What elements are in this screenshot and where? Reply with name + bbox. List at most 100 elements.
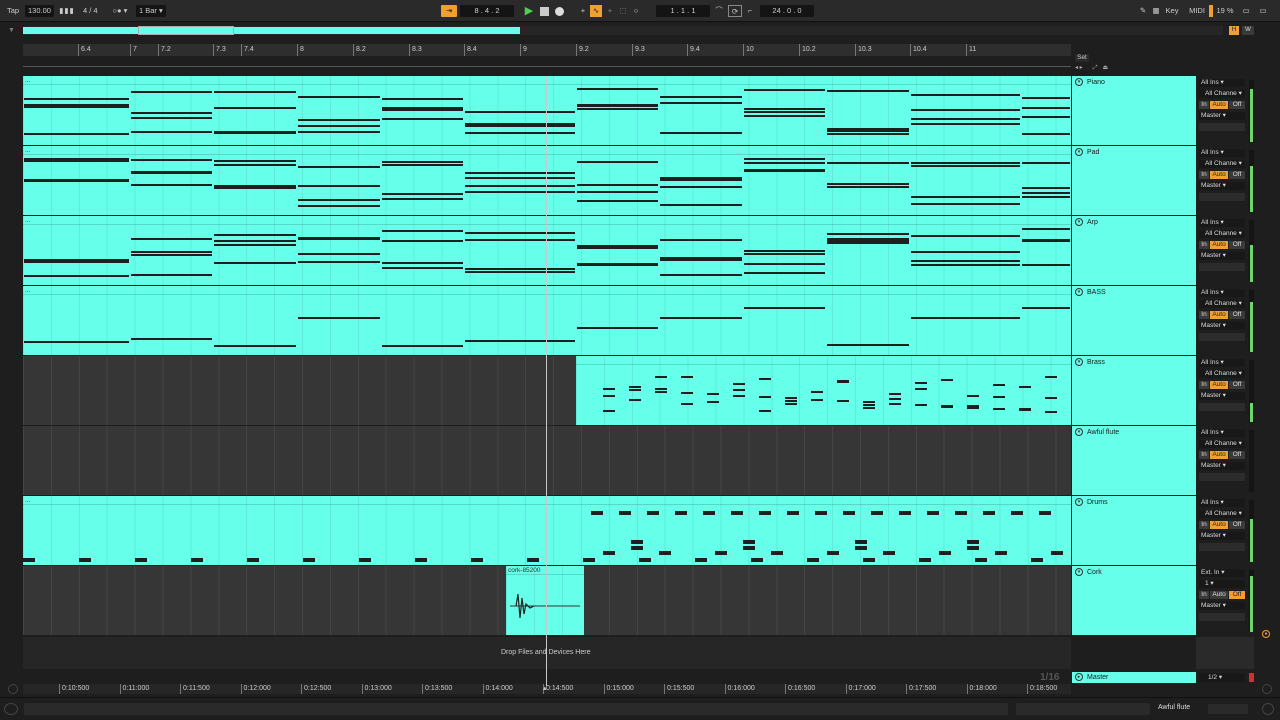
master-fold-icon[interactable]: ▸	[1075, 673, 1083, 681]
tempo-field[interactable]: 130.00	[25, 5, 54, 17]
track-header[interactable]: ▾ Pad	[1072, 146, 1196, 215]
device-preview-icon[interactable]	[1208, 704, 1248, 714]
master-output-select[interactable]: 1/2 ▾	[1199, 673, 1245, 682]
input-channel-select[interactable]: All Channe ▾	[1199, 90, 1245, 98]
output-channel-select[interactable]	[1199, 403, 1245, 411]
monitor-auto-button[interactable]: Auto	[1210, 451, 1228, 459]
scrub-area[interactable]	[23, 59, 1071, 67]
loop-switch-icon[interactable]: ⟳	[728, 5, 742, 17]
metronome-bars-icon[interactable]: ▮▮▮	[55, 5, 79, 17]
midi-clip[interactable]	[23, 496, 1071, 565]
output-select[interactable]: Master ▾	[1199, 462, 1245, 470]
monitor-in-button[interactable]: In	[1199, 241, 1209, 249]
monitor-off-button[interactable]: Off	[1229, 591, 1245, 599]
arrangement-overview[interactable]	[23, 26, 1223, 35]
input-channel-select[interactable]: All Channe ▾	[1199, 160, 1245, 168]
follow-arrow-icon[interactable]: ⇥	[441, 5, 457, 17]
input-type-select[interactable]: All Ins ▾	[1199, 499, 1245, 507]
output-channel-select[interactable]	[1199, 193, 1245, 201]
monitor-in-button[interactable]: In	[1199, 101, 1209, 109]
capture-icon[interactable]: ⬚	[617, 5, 629, 17]
zoom-left-icon[interactable]	[8, 684, 18, 694]
input-type-select[interactable]: All Ins ▾	[1199, 219, 1245, 227]
monitor-auto-button[interactable]: Auto	[1210, 311, 1228, 319]
quantize-menu[interactable]: 1 Bar ▾	[136, 5, 166, 17]
monitor-off-button[interactable]: Off	[1229, 381, 1245, 389]
master-track-header[interactable]: ▸ Master	[1072, 672, 1196, 683]
reenable-automation-icon[interactable]: +	[604, 5, 616, 17]
monitor-off-button[interactable]: Off	[1229, 521, 1245, 529]
clip-title-bar[interactable]: cork-85200	[506, 566, 584, 575]
input-type-select[interactable]: All Ins ▾	[1199, 289, 1245, 297]
w-toggle[interactable]: W	[1242, 26, 1254, 35]
input-type-select[interactable]: All Ins ▾	[1199, 79, 1245, 87]
input-channel-select[interactable]: All Channe ▾	[1199, 230, 1245, 238]
track-lane-awful-flute[interactable]	[23, 426, 1071, 495]
stop-icon[interactable]	[540, 7, 549, 16]
punch-in-icon[interactable]: ⌒	[713, 5, 725, 17]
monitor-off-button[interactable]: Off	[1229, 171, 1245, 179]
detail-toggle-icon[interactable]	[1262, 703, 1274, 715]
overview-collapse-icon[interactable]: ▼	[8, 27, 18, 35]
monitor-off-button[interactable]: Off	[1229, 311, 1245, 319]
key-map-button[interactable]: Key	[1164, 5, 1180, 17]
input-type-select[interactable]: Ext. In ▾	[1199, 569, 1245, 577]
session-record-icon[interactable]: ○	[630, 5, 642, 17]
output-channel-select[interactable]	[1199, 543, 1245, 551]
monitor-auto-button[interactable]: Auto	[1210, 591, 1228, 599]
output-channel-select[interactable]	[1199, 333, 1245, 341]
tap-button[interactable]: Tap	[4, 5, 22, 17]
clip-title-bar[interactable]	[576, 356, 1071, 365]
input-type-select[interactable]: All Ins ▾	[1199, 429, 1245, 437]
input-channel-select[interactable]: All Channe ▾	[1199, 510, 1245, 518]
output-select[interactable]: Master ▾	[1199, 182, 1245, 190]
monitor-auto-button[interactable]: Auto	[1210, 241, 1228, 249]
track-fold-icon[interactable]: ▾	[1075, 428, 1083, 436]
track-fold-icon[interactable]: ▾	[1075, 148, 1083, 156]
output-select[interactable]: Master ▾	[1199, 392, 1245, 400]
monitor-in-button[interactable]: In	[1199, 311, 1209, 319]
monitor-in-button[interactable]: In	[1199, 521, 1209, 529]
midi-map-button[interactable]: MIDI	[1188, 5, 1206, 17]
midi-clip[interactable]	[576, 356, 1071, 425]
automation-arm-icon[interactable]: ∿	[590, 5, 602, 17]
output-select[interactable]: Master ▾	[1199, 252, 1245, 260]
locator-buttons[interactable]: ◂ ▸ ⤢ ⏏	[1075, 64, 1135, 72]
monitor-in-button[interactable]: In	[1199, 451, 1209, 459]
input-channel-select[interactable]: All Channe ▾	[1199, 300, 1245, 308]
drop-area[interactable]: Drop Files and Devices Here	[23, 637, 1071, 669]
track-header[interactable]: ▾ Awful flute	[1072, 426, 1196, 495]
track-header[interactable]: ▾ BASS	[1072, 286, 1196, 355]
punch-out-icon[interactable]: ⌐	[744, 5, 756, 17]
position-field[interactable]: 8 . 4 . 2	[460, 5, 514, 17]
clip-title-bar[interactable]: ...	[23, 76, 1071, 85]
loop-length-field[interactable]: 24 . 0 . 0	[760, 5, 814, 17]
monitor-off-button[interactable]: Off	[1229, 241, 1245, 249]
h-toggle[interactable]: H	[1229, 26, 1239, 35]
monitor-auto-button[interactable]: Auto	[1210, 171, 1228, 179]
input-type-select[interactable]: All Ins ▾	[1199, 149, 1245, 157]
monitor-in-button[interactable]: In	[1199, 171, 1209, 179]
output-channel-select[interactable]	[1199, 123, 1245, 131]
overview-view-box[interactable]	[138, 26, 234, 35]
output-select[interactable]: Master ▾	[1199, 532, 1245, 540]
track-lane-pad[interactable]: ...	[23, 146, 1071, 215]
output-select[interactable]: Master ▾	[1199, 112, 1245, 120]
track-lane-drums[interactable]: ...	[23, 496, 1071, 565]
monitor-off-button[interactable]: Off	[1229, 451, 1245, 459]
clip-title-bar[interactable]: ...	[23, 496, 1071, 505]
clip-title-bar[interactable]: ...	[23, 286, 1071, 295]
info-toggle-icon[interactable]	[4, 703, 18, 715]
track-lane-piano[interactable]: ...	[23, 76, 1071, 145]
track-fold-icon[interactable]: ▾	[1075, 78, 1083, 86]
output-select[interactable]: Master ▾	[1199, 322, 1245, 330]
monitor-in-button[interactable]: In	[1199, 381, 1209, 389]
track-header[interactable]: ▾ Piano	[1072, 76, 1196, 145]
draw-mode-icon[interactable]: ✎	[1138, 5, 1148, 17]
set-button[interactable]: Set	[1075, 54, 1089, 62]
track-header[interactable]: ▾ Drums	[1072, 496, 1196, 565]
loop-start-field[interactable]: 1 . 1 . 1	[656, 5, 710, 17]
monitor-auto-button[interactable]: Auto	[1210, 521, 1228, 529]
overdub-icon[interactable]: +	[578, 5, 588, 17]
track-header[interactable]: ▾ Brass	[1072, 356, 1196, 425]
